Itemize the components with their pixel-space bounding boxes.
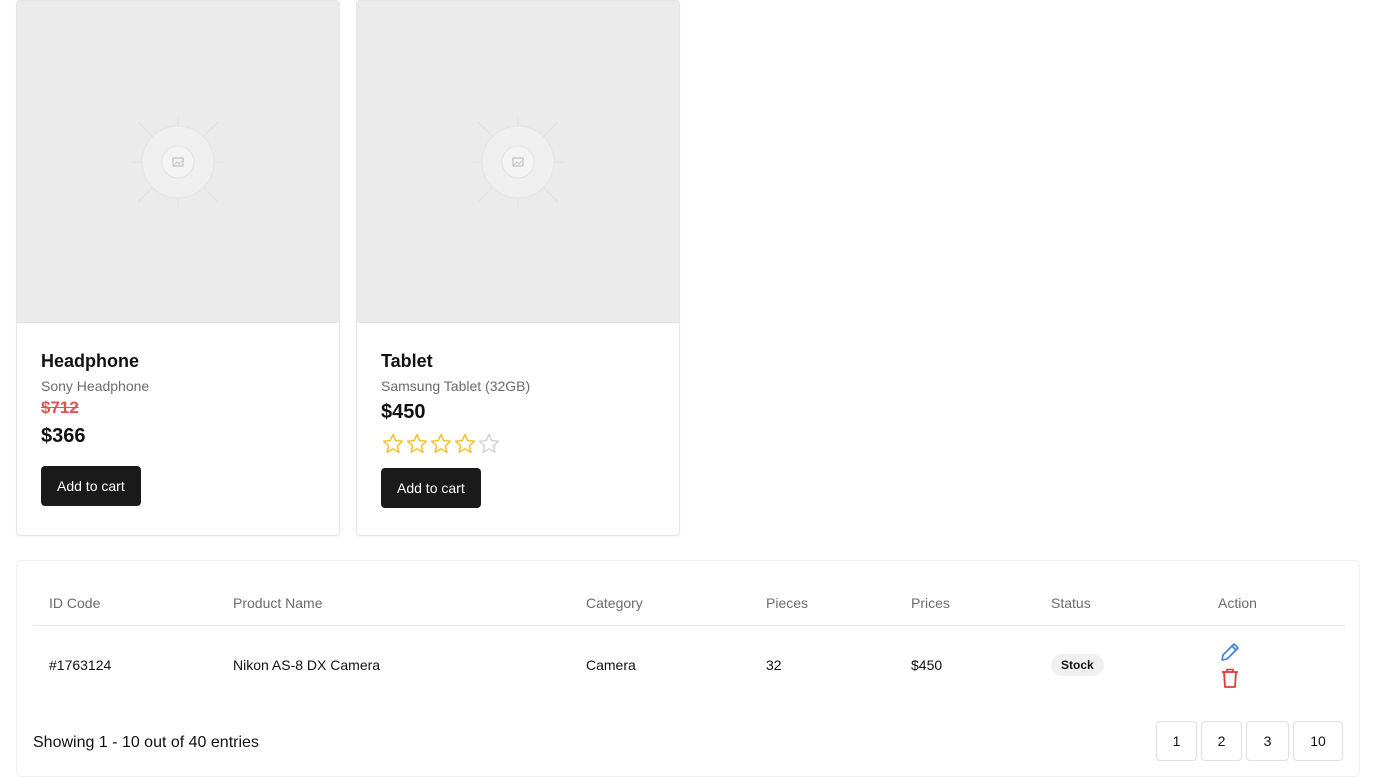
star-rating: [381, 430, 655, 458]
column-header-product-name: Product Name: [217, 581, 570, 626]
product-image-placeholder: [357, 1, 679, 323]
product-price: $366: [41, 425, 86, 447]
product-title: Tablet: [381, 351, 433, 371]
product-image-placeholder: [17, 1, 339, 323]
pagination-summary: Showing 1 - 10 out of 40 entries: [33, 734, 259, 751]
page-button-2[interactable]: 2: [1201, 721, 1242, 761]
pagination: 1 2 3 10: [1156, 721, 1343, 761]
add-to-cart-button[interactable]: Add to cart: [41, 466, 141, 506]
column-header-action: Action: [1202, 581, 1345, 626]
product-table: ID Code Product Name Category Pieces Pri…: [33, 581, 1345, 705]
product-price: $450: [381, 401, 426, 423]
add-to-cart-button[interactable]: Add to cart: [381, 468, 481, 508]
page-button-1[interactable]: 1: [1156, 721, 1197, 761]
product-subtitle: Sony Headphone: [41, 378, 150, 394]
status-badge: Stock: [1051, 654, 1104, 677]
column-header-pieces: Pieces: [750, 581, 895, 626]
product-subtitle: Samsung Tablet (32GB): [381, 378, 531, 394]
product-card-tablet: Tablet Samsung Tablet (32GB) $450 Add to…: [356, 0, 680, 536]
star-icon-filled: [406, 433, 428, 454]
table-row: #1763124 Nikon AS-8 DX Camera Camera 32 …: [33, 625, 1345, 705]
column-header-prices: Prices: [895, 581, 1035, 626]
star-icon-filled: [430, 433, 452, 454]
cell-category: Camera: [586, 657, 636, 674]
product-title: Headphone: [41, 351, 140, 371]
delete-trash-icon[interactable]: [1218, 666, 1242, 690]
cell-id: #1763124: [49, 657, 112, 674]
column-header-status: Status: [1035, 581, 1202, 626]
star-icon-filled: [454, 433, 476, 454]
star-icon-empty: [478, 433, 500, 454]
column-header-id: ID Code: [33, 581, 217, 626]
cell-price: $450: [911, 657, 943, 674]
page-button-10[interactable]: 10: [1293, 721, 1343, 761]
page-button-3[interactable]: 3: [1246, 721, 1289, 761]
cell-product-name: Nikon AS-8 DX Camera: [233, 657, 381, 674]
product-table-panel: ID Code Product Name Category Pieces Pri…: [16, 560, 1360, 777]
cell-actions: [1202, 625, 1345, 705]
product-card-headphone: Headphone Sony Headphone $712 $366 Add t…: [16, 0, 340, 536]
product-grid: Headphone Sony Headphone $712 $366 Add t…: [16, 0, 680, 536]
column-header-category: Category: [570, 581, 750, 626]
product-old-price: $712: [41, 398, 79, 417]
star-icon-filled: [382, 433, 404, 454]
image-placeholder-icon: [473, 116, 563, 207]
table-header-row: ID Code Product Name Category Pieces Pri…: [33, 581, 1345, 626]
cell-status: Stock: [1035, 625, 1202, 705]
cell-pieces: 32: [766, 657, 782, 674]
image-placeholder-icon: [133, 116, 223, 207]
edit-pencil-icon[interactable]: [1218, 640, 1242, 664]
